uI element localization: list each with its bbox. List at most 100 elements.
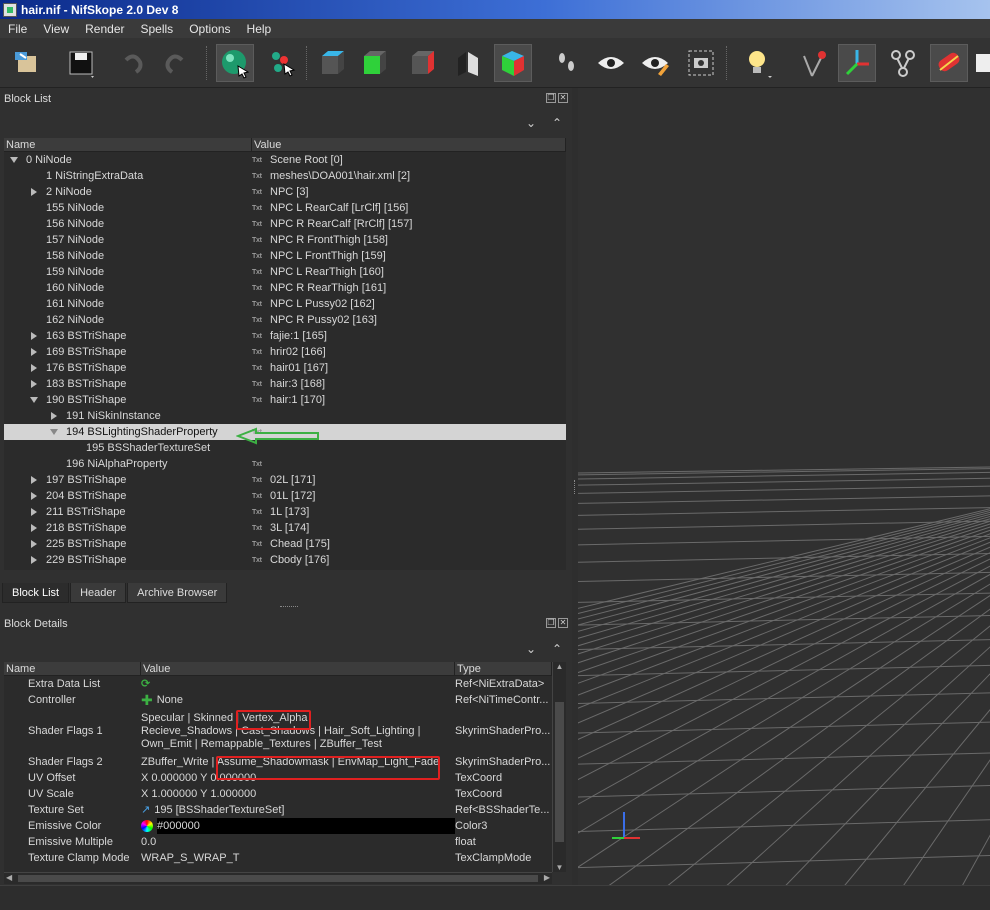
show-havok-button[interactable] [930,44,968,82]
expand-arrow-icon[interactable] [31,524,37,532]
collapse-all-icon[interactable]: ⌃ [552,642,562,658]
expand-arrow-icon[interactable] [31,364,37,372]
expand-all-icon[interactable]: ⌄ [526,116,536,132]
tree-row[interactable]: 158 NiNode Txt NPC L FrontThigh [159] [4,248,566,264]
tree-row[interactable]: 1 NiStringExtraData Txt meshes\DOA001\hair… [4,168,566,184]
detail-value[interactable]: ⟳ [141,676,455,692]
tree-row[interactable]: 225 BSTriShape Txt Chead [175] [4,536,566,552]
screenshot-button[interactable] [682,44,720,82]
scroll-down-icon[interactable]: ▼ [553,863,566,872]
load-file-button[interactable] [8,44,46,82]
expand-all-icon[interactable]: ⌄ [526,642,536,658]
show-markers-button[interactable] [796,44,834,82]
add-icon[interactable]: ✚ [141,692,153,708]
tree-row[interactable]: 191 NiSkinInstance [4,408,566,424]
collapse-arrow-icon[interactable] [50,429,58,435]
reference-icon[interactable]: ↗ [141,802,150,818]
tree-row[interactable]: 159 NiNode Txt NPC L RearThigh [160] [4,264,566,280]
view-side-button[interactable] [404,44,442,82]
tree-row[interactable]: 204 BSTriShape Txt 01L [172] [4,488,566,504]
detail-value[interactable]: ↗ 195 [BSShaderTextureSet] [141,802,455,818]
detail-row[interactable]: Emissive Multiple 0.0 float [4,834,552,850]
tab-archive-browser[interactable]: Archive Browser [127,583,228,603]
scroll-up-icon[interactable]: ▲ [553,662,566,671]
tree-row[interactable]: 197 BSTriShape Txt 02L [171] [4,472,566,488]
expand-arrow-icon[interactable] [31,188,37,196]
float-dock-button[interactable]: ❐ [546,618,556,628]
detail-row[interactable]: Controller ✚ None Ref<NiTimeContr... [4,692,552,708]
expand-arrow-icon[interactable] [31,348,37,356]
dock-splitter[interactable] [280,606,298,609]
color-wheel-icon[interactable] [141,820,153,832]
undo-button[interactable] [114,44,152,82]
details-vertical-scrollbar[interactable]: ▲ ▼ [552,662,566,872]
tree-row[interactable]: 160 NiNode Txt NPC R RearThigh [161] [4,280,566,296]
menu-spells[interactable]: Spells [133,22,182,36]
scroll-left-icon[interactable]: ◀ [6,873,12,882]
column-name[interactable]: Name [4,662,141,675]
redo-button[interactable] [156,44,194,82]
scroll-thumb[interactable] [18,875,538,882]
tree-row[interactable]: 196 NiAlphaProperty Txt [4,456,566,472]
detail-row[interactable]: Texture Set ↗ 195 [BSShaderTextureSet] Ref<… [4,802,552,818]
select-vertex-button[interactable] [264,44,302,82]
tab-header[interactable]: Header [70,583,127,603]
detail-row[interactable]: UV Scale X 1.000000 Y 1.000000 TexCoord [4,786,552,802]
expand-arrow-icon[interactable] [31,476,37,484]
detail-value[interactable]: X 1.000000 Y 1.000000 [141,786,455,802]
show-constraints-button[interactable] [976,44,990,82]
menu-file[interactable]: File [0,22,35,36]
tree-row[interactable]: 163 BSTriShape Txt fajie:1 [165] [4,328,566,344]
detail-row[interactable]: Emissive Color #000000 Color3 [4,818,552,834]
expand-arrow-icon[interactable] [31,508,37,516]
float-dock-button[interactable]: ❐ [546,93,556,103]
tree-row[interactable]: 229 BSTriShape Txt Cbody [176] [4,552,566,568]
expand-arrow-icon[interactable] [51,412,57,420]
expand-arrow-icon[interactable] [31,556,37,564]
tree-row[interactable]: 155 NiNode Txt NPC L RearCalf [LrClf] [156… [4,200,566,216]
tree-row[interactable]: 162 NiNode Txt NPC R Pussy02 [163] [4,312,566,328]
tree-row[interactable]: 218 BSTriShape Txt 3L [174] [4,520,566,536]
walk-mode-button[interactable] [548,44,586,82]
link-icon[interactable]: ⟳ [141,676,150,692]
tree-row[interactable]: 156 NiNode Txt NPC R RearCalf [RrClf] [157… [4,216,566,232]
tree-row[interactable]: 0 NiNode Txt Scene Root [0] [4,152,566,168]
lighting-button[interactable] [738,44,776,82]
tab-block-list[interactable]: Block List [2,583,70,603]
tree-row[interactable]: 2 NiNode Txt NPC [3] [4,184,566,200]
menu-view[interactable]: View [35,22,77,36]
show-hidden-button[interactable] [592,44,630,82]
detail-value[interactable]: WRAP_S_WRAP_T [141,850,455,866]
tree-row[interactable]: 176 BSTriShape Txt hair01 [167] [4,360,566,376]
column-value[interactable]: Value [141,662,455,675]
edit-visibility-button[interactable] [636,44,674,82]
menu-render[interactable]: Render [77,22,132,36]
tree-row[interactable]: 190 BSTriShape Txt hair:1 [170] [4,392,566,408]
render-viewport[interactable] [578,88,990,885]
detail-row[interactable]: Extra Data List ⟳ Ref<NiExtraData> [4,676,552,692]
tree-row[interactable]: 161 NiNode Txt NPC L Pussy02 [162] [4,296,566,312]
detail-row[interactable]: Texture Clamp Mode WRAP_S_WRAP_T TexClampM… [4,850,552,866]
expand-arrow-icon[interactable] [31,492,37,500]
tree-row[interactable]: 169 BSTriShape Txt hrir02 [166] [4,344,566,360]
view-top-button[interactable] [314,44,352,82]
collapse-arrow-icon[interactable] [30,397,38,403]
collapse-all-icon[interactable]: ⌃ [552,116,562,132]
tree-row[interactable]: 157 NiNode Txt NPC R FrontThigh [158] [4,232,566,248]
details-horizontal-scrollbar[interactable]: ◀ ▶ [4,872,552,884]
view-front-button[interactable] [356,44,394,82]
view-user-button[interactable] [494,44,532,82]
show-axes-button[interactable] [838,44,876,82]
tree-row[interactable]: 211 BSTriShape Txt 1L [173] [4,504,566,520]
save-file-button[interactable] [62,44,100,82]
scroll-right-icon[interactable]: ▶ [544,873,550,882]
close-dock-button[interactable]: ✕ [558,93,568,103]
expand-arrow-icon[interactable] [31,332,37,340]
collapse-arrow-icon[interactable] [10,157,18,163]
column-name[interactable]: Name [4,138,252,151]
show-nodes-button[interactable] [884,44,922,82]
menu-options[interactable]: Options [181,22,238,36]
detail-value[interactable]: #000000 [141,818,455,834]
toggle-perspective-button[interactable] [450,44,488,82]
detail-value[interactable]: ✚ None [141,692,455,708]
